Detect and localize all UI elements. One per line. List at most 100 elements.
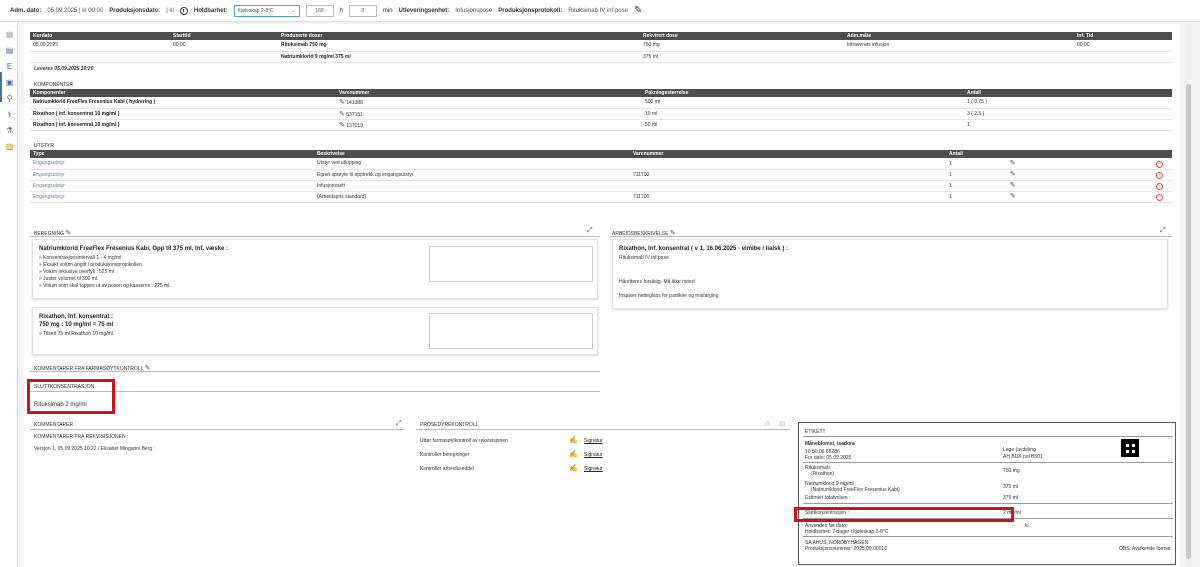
expand-icon[interactable]: ⤢: [1160, 227, 1166, 235]
requisition-comments-label: KOMMENTARER FRA REKVISISJONEN :: [34, 434, 129, 440]
procedure-label: Kontroller beregninger: [420, 452, 470, 458]
equipment-table-header: Type Beskrivelse Varenummer Antall: [30, 150, 1172, 158]
calculation-card-rixathon: Rixathon, Inf. konsentrat : 750 mg : 10 …: [32, 307, 598, 355]
cell: 1 ( 0.75 ): [964, 97, 1172, 109]
list-item: » Juster volumet til 300 ml.: [39, 276, 99, 282]
scrollbar-thumb[interactable]: [1186, 84, 1191, 559]
procedure-control-heading: PROSEDYREKONTROLL: [420, 422, 479, 428]
equipment-type-link[interactable]: Engangsutstyr: [30, 158, 314, 170]
cell: 750 mg: [640, 40, 844, 52]
main-panel: Kurdato Starttid Produserte doser Rekvir…: [24, 24, 1180, 567]
production-date-label: Produksjonsdato:: [109, 7, 161, 14]
production-number: Produksjonsnummer: 2025.09.00016: [805, 546, 887, 552]
cell: 1: [964, 119, 1172, 131]
shelf-life-select-value: Kjøleskap 2-8°C: [237, 7, 274, 14]
pencil-icon[interactable]: ✎: [1010, 160, 1016, 167]
top-toolbar: Adm. dato: 05.09.2025 | kl 00:00 Produks…: [0, 0, 1200, 22]
for-date: For dato: 05.09.2025: [805, 455, 852, 461]
quantity: 1: [949, 194, 952, 200]
search-icon[interactable]: ⚲: [5, 94, 14, 103]
clipboard-icon[interactable]: ▣: [5, 78, 14, 87]
pencil-icon[interactable]: ✎: [1010, 193, 1016, 200]
column-header: Starttid: [170, 32, 278, 40]
signature-link[interactable]: Signatur: [584, 466, 603, 472]
equipment-type-link[interactable]: Engangsutstyr: [30, 169, 314, 181]
comments-heading: KOMMENTARER: [34, 422, 74, 428]
shelf-life-select[interactable]: Kjøleskap 2-8°C ⌄: [233, 4, 300, 17]
pencil-icon[interactable]: ✎: [339, 111, 345, 118]
expand-icon[interactable]: ⤢: [587, 227, 593, 235]
item-number: 537151: [346, 111, 363, 118]
label-title: ETIKETT: [805, 429, 826, 435]
cell: Utstyr ved utlopping: [314, 158, 630, 170]
table-row: Engangsutstyr Egnet sprøyte til opptrekk…: [30, 169, 1172, 181]
label-preview: ETIKETT Måneblomst, Isadora 10.50.06 852…: [798, 422, 1176, 565]
cell: 500 ml: [642, 97, 964, 109]
equipment-type-link[interactable]: Engangsutstyr: [30, 180, 314, 192]
cell: 05.09.2025: [30, 40, 170, 52]
adm-date-value[interactable]: 05.09.2025 | kl 00:00: [47, 8, 103, 14]
cell: 711700: [630, 169, 946, 181]
edit-icon[interactable]: ✎: [634, 5, 642, 16]
column-header: Beskrivelse: [314, 150, 630, 158]
cell: 375 ml: [640, 51, 844, 63]
hours-unit: h: [339, 7, 343, 14]
calculation-list: » Konsentrasjonsintervall 1 - 4 mg/ml » …: [39, 255, 171, 290]
table-row: Natriumklorid FreeFlex Fresenius Kabi ( …: [30, 97, 1172, 109]
flask-icon[interactable]: ⚗: [5, 126, 14, 135]
column-header: Produserte doser: [278, 32, 640, 40]
equipment-heading: UTSTYR: [34, 143, 54, 149]
note-textarea[interactable]: [429, 313, 593, 349]
item-number: 137019: [346, 122, 363, 129]
e-document-icon[interactable]: Ε: [5, 62, 14, 71]
cell: [170, 51, 278, 63]
divider: [803, 503, 1173, 504]
document-icon[interactable]: ▤: [5, 46, 14, 55]
pencil-icon[interactable]: ✎: [339, 122, 345, 129]
column-header: Kurdato: [30, 32, 170, 40]
note-textarea[interactable]: [429, 246, 593, 282]
hours-input[interactable]: 168: [305, 4, 334, 17]
cell: [630, 180, 946, 192]
report-icon[interactable]: ▨: [5, 142, 14, 151]
physician-label: Lege (avdeling: [1003, 447, 1036, 453]
vertical-scrollbar[interactable]: [1185, 24, 1192, 567]
signature-pen-icon: ✍: [569, 451, 578, 458]
pencil-icon[interactable]: ✎: [1010, 182, 1016, 189]
remove-icon[interactable]: −: [1155, 183, 1163, 190]
signature-link[interactable]: Signatur: [584, 452, 603, 458]
signature-link[interactable]: Signatur: [584, 438, 603, 444]
minutes-input[interactable]: 0: [348, 4, 377, 17]
work-line: Rituksimab IV inf.pose: [619, 255, 669, 261]
column-header: Pakningsstørrelse: [642, 89, 964, 97]
cell: 711700: [630, 191, 946, 203]
cell: Egnet sprøyte til opptrekk og engangsuts…: [314, 169, 630, 181]
remove-icon[interactable]: −: [1155, 172, 1163, 179]
remove-icon[interactable]: −: [1155, 194, 1163, 201]
clock-icon[interactable]: [179, 6, 188, 15]
production-date-value[interactable]: | kl: [166, 8, 174, 14]
list-item: » Tilsett 75 ml Rixathon 10 mg/ml.: [39, 331, 115, 337]
cell: 1 ✎ −: [946, 180, 1172, 192]
print-icon[interactable]: ▤: [779, 420, 786, 428]
equipment-type-link[interactable]: Engangsutstyr: [30, 191, 314, 203]
cell: Natriumklorid 9 mg/ml 375 ml: [278, 51, 640, 63]
remove-icon[interactable]: −: [1155, 160, 1163, 168]
undo-icon[interactable]: ↺: [764, 420, 770, 428]
pencil-icon[interactable]: ✎: [339, 99, 345, 106]
highlight-box: [794, 507, 1014, 522]
equipment-table: Type Beskrivelse Varenummer Antall Engan…: [30, 150, 1172, 203]
column-header: Komponenter: [30, 89, 336, 97]
card-title: Natriumklorid FreeFlex Fresenius Kabi, O…: [39, 246, 229, 252]
column-header: Type: [30, 150, 314, 158]
components-heading: KOMPONENTER: [34, 82, 74, 88]
expand-icon[interactable]: ⤢: [396, 420, 402, 428]
column-header: Rekvirert dose: [640, 32, 844, 40]
syringe-icon[interactable]: ⚕: [5, 110, 14, 119]
pencil-icon[interactable]: ✎: [1010, 171, 1016, 178]
grid-icon[interactable]: ▦: [5, 30, 14, 39]
comment-line: Versjon 1, 05.09.2025 10:22 / Elisabet M…: [34, 446, 155, 452]
cell: ✎ 137019: [336, 119, 642, 131]
list-item: » Volum inklusive overfyll : 525 ml: [39, 269, 115, 275]
drug-brand: (Natriumklorid FreeFlex Fresenius Kabi): [811, 487, 900, 493]
